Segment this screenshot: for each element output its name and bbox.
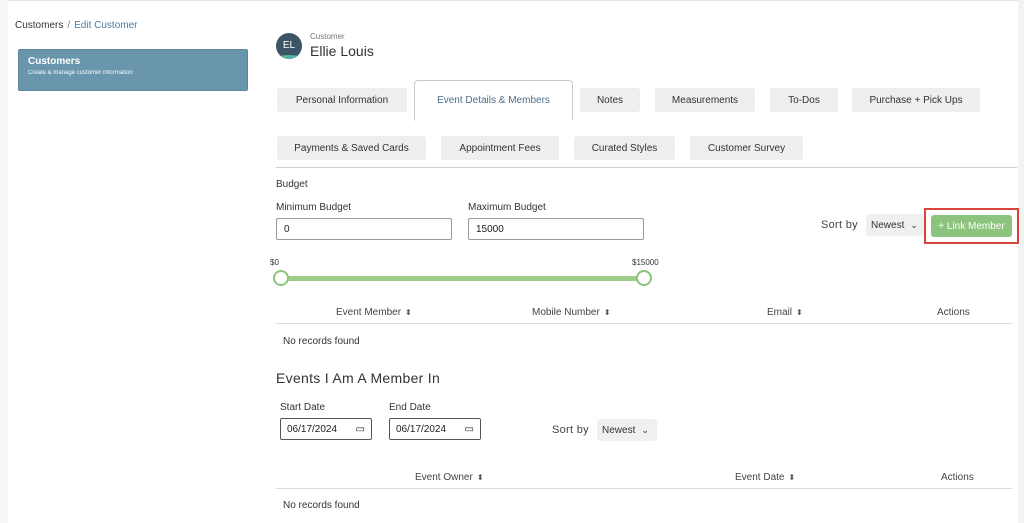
events-sort-select[interactable]: Newest ⌄ [597, 419, 657, 441]
breadcrumb-root[interactable]: Customers [15, 20, 63, 31]
chevron-down-icon: ⌄ [910, 219, 918, 230]
min-budget-label: Minimum Budget [276, 202, 352, 213]
start-date-label: Start Date [280, 402, 326, 413]
right-edge [1018, 0, 1024, 523]
end-date-value: 06/17/2024 [396, 423, 447, 435]
budget-heading: Budget [276, 179, 308, 190]
avatar: EL [276, 33, 302, 59]
budget-slider-min-handle[interactable] [273, 270, 289, 286]
tab-personal-information[interactable]: Personal Information [277, 88, 407, 112]
start-date-value: 06/17/2024 [287, 423, 338, 435]
top-border [0, 0, 1024, 1]
calendar-icon[interactable]: ▭ [356, 424, 365, 435]
slider-max-label: $15000 [632, 258, 659, 267]
column-event-owner[interactable]: Event Owner ⬍ [415, 472, 484, 483]
members-empty-message: No records found [283, 336, 360, 347]
column-label: Email [767, 307, 793, 318]
events-sort-value: Newest [602, 424, 636, 436]
breadcrumb-separator: / [67, 20, 71, 31]
members-table-header: Event Member ⬍ Mobile Number ⬍ Email ⬍ Acti… [276, 304, 1012, 324]
avatar-initials: EL [282, 39, 296, 51]
tab-customer-survey[interactable]: Customer Survey [690, 136, 803, 160]
tab-payments-saved-cards[interactable]: Payments & Saved Cards [277, 136, 426, 160]
events-empty-message: No records found [283, 500, 360, 511]
end-date-input[interactable]: 06/17/2024 ▭ [389, 418, 481, 440]
breadcrumb: Customers / Edit Customer [15, 20, 138, 31]
members-sort-label: Sort by [821, 219, 858, 231]
sort-updown-icon: ⬍ [603, 308, 611, 317]
tab-appointment-fees[interactable]: Appointment Fees [441, 136, 559, 160]
events-section-title: Events I Am A Member In [276, 370, 441, 386]
column-event-date[interactable]: Event Date ⬍ [735, 472, 795, 483]
column-label: Mobile Number [532, 307, 600, 318]
budget-slider-track[interactable] [280, 276, 645, 281]
slider-min-label: $0 [270, 258, 279, 267]
sidebar-item-customers[interactable]: Customers Create & manage customer infor… [18, 49, 248, 91]
budget-slider-max-handle[interactable] [636, 270, 652, 286]
members-sort-value: Newest [871, 219, 905, 231]
sort-updown-icon: ⬍ [405, 308, 412, 317]
sidebar-item-title: Customers [28, 56, 81, 67]
start-date-input[interactable]: 06/17/2024 ▭ [280, 418, 372, 440]
sort-updown-icon: ⬍ [476, 473, 484, 482]
events-table-header: Event Owner ⬍ Event Date ⬍ Actions [276, 469, 1012, 489]
sidebar-item-subtitle: Create & manage customer information [28, 70, 133, 76]
events-sort-label: Sort by [552, 424, 589, 436]
customer-label: Customer [310, 32, 345, 41]
tab-event-details-members[interactable]: Event Details & Members [414, 80, 573, 121]
sort-updown-icon: ⬍ [788, 473, 796, 482]
customer-name: Ellie Louis [310, 43, 374, 59]
column-label: Event Date [735, 472, 785, 483]
breadcrumb-current[interactable]: Edit Customer [74, 20, 137, 31]
tab-purchase-pick-ups[interactable]: Purchase + Pick Ups [852, 88, 980, 112]
sort-updown-icon: ⬍ [796, 308, 803, 317]
column-label: Event Owner [415, 472, 473, 483]
column-label: Event Member [336, 307, 402, 318]
tab-measurements[interactable]: Measurements [655, 88, 755, 112]
column-actions: Actions [937, 307, 970, 318]
column-mobile-number[interactable]: Mobile Number ⬍ [532, 307, 611, 318]
column-event-member[interactable]: Event Member ⬍ [336, 307, 412, 318]
members-sort-select[interactable]: Newest ⌄ [866, 214, 924, 236]
tab-divider [276, 167, 1017, 168]
end-date-label: End Date [389, 402, 431, 413]
column-actions: Actions [941, 472, 974, 483]
max-budget-input[interactable]: 15000 [468, 218, 644, 240]
left-edge [0, 0, 8, 523]
min-budget-input[interactable]: 0 [276, 218, 452, 240]
max-budget-label: Maximum Budget [468, 202, 546, 213]
tab-notes[interactable]: Notes [580, 88, 640, 112]
calendar-icon[interactable]: ▭ [465, 424, 474, 435]
tab-to-dos[interactable]: To-Dos [770, 88, 838, 112]
tab-curated-styles[interactable]: Curated Styles [574, 136, 675, 160]
chevron-down-icon: ⌄ [641, 424, 649, 435]
link-member-button[interactable]: + Link Member [931, 215, 1012, 237]
column-email[interactable]: Email ⬍ [767, 307, 803, 318]
